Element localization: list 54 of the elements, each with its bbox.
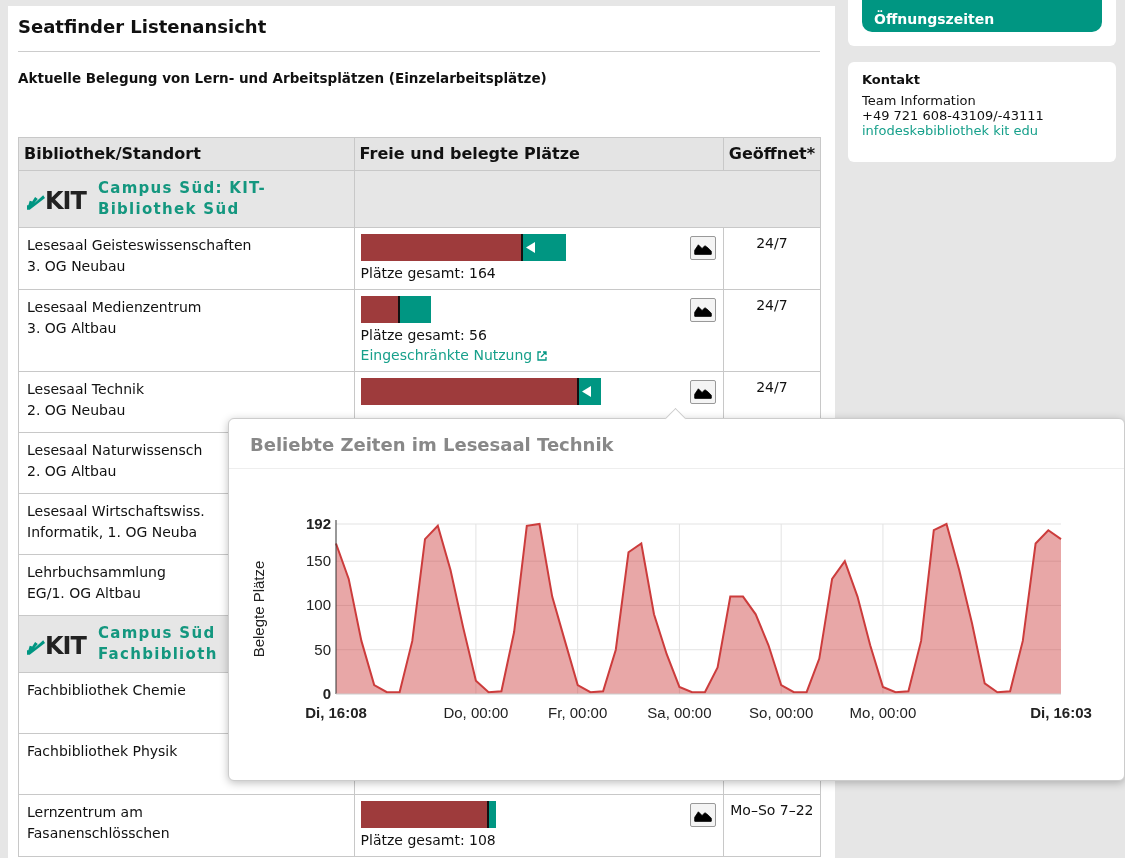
- campus-title: Campus Süd Fachbiblioth: [97, 623, 218, 665]
- x-tick-label: Do, 00:00: [443, 704, 509, 721]
- area-chart-icon: [693, 385, 712, 399]
- y-axis-title: Belegte Plätze: [250, 560, 267, 658]
- y-tick-label: 150: [305, 552, 331, 570]
- area-chart-icon: [693, 808, 712, 822]
- library-location: Lesesaal Medienzentrum 3. OG Altbau: [27, 298, 202, 338]
- opening-hours: Mo–So 7–22: [730, 802, 814, 818]
- popup-title: Beliebte Zeiten im Lesesaal Technik: [229, 419, 1124, 469]
- seat-total: Plätze gesamt: 108: [360, 831, 496, 850]
- kit-logo: KIT: [27, 630, 86, 658]
- restricted-use-link[interactable]: Eingeschränkte Nutzung: [360, 345, 547, 365]
- y-tick-label: 50: [314, 640, 331, 658]
- opening-hours-button[interactable]: Öffnungszeiten: [862, 0, 1102, 32]
- y-tick-label: 192: [305, 515, 331, 532]
- column-header: Geöffnet*: [723, 137, 821, 171]
- y-tick-label: 100: [305, 596, 331, 614]
- opening-hours: 24/7: [756, 235, 788, 251]
- campus-title: Campus Süd: KIT- Bibliothek Süd: [97, 178, 266, 220]
- library-location: Lesesaal Naturwissensch 2. OG Altbau: [27, 441, 203, 481]
- seat-total: Plätze gesamt: 56: [360, 326, 487, 345]
- page-subtitle: Aktuelle Belegung von Lern- und Arbeitsplätzen (Einzelarbeitsplätze): [18, 69, 548, 87]
- area-chart-icon: [693, 241, 712, 255]
- chart-button[interactable]: [689, 380, 716, 404]
- contact-name: Team Information: [862, 93, 977, 108]
- contact-title: Kontakt: [862, 72, 921, 87]
- y-tick-label: 0: [322, 685, 331, 702]
- chart-button[interactable]: [689, 236, 716, 260]
- kit-logo: KIT: [27, 185, 86, 213]
- column-header: Bibliothek/Standort: [18, 137, 355, 171]
- x-tick-label: Mo, 00:00: [849, 704, 917, 721]
- library-location: Lehrbuchsammlung EG/1. OG Altbau: [27, 563, 166, 603]
- contact-phone: +49 721 608-43109/-43111: [862, 108, 1045, 123]
- x-tick-label: Di, 16:08: [305, 704, 367, 721]
- x-tick-label: So, 00:00: [749, 704, 814, 721]
- external-link-icon: [536, 351, 547, 361]
- library-location: Fachbibliothek Physik: [27, 742, 178, 761]
- email-link[interactable]: infodeskəbibliothek kit edu: [862, 123, 1039, 138]
- column-header: Freie und belegte Plätze: [354, 137, 724, 171]
- x-tick-label: Fr, 00:00: [548, 704, 608, 721]
- chart-button[interactable]: [689, 298, 716, 322]
- opening-hours: 24/7: [756, 379, 788, 395]
- seat-total: Plätze gesamt: 164: [360, 264, 496, 283]
- x-tick-label: Sa, 00:00: [647, 704, 712, 721]
- library-location: Fachbibliothek Chemie: [27, 681, 186, 700]
- library-location: Lesesaal Geisteswissenschaften 3. OG Neubau: [27, 236, 252, 276]
- library-location: Lesesaal Wirtschaftswiss. Informatik, 1. OG Neuba: [27, 502, 205, 542]
- chart-button[interactable]: [689, 803, 716, 827]
- opening-hours: 24/7: [756, 297, 788, 313]
- library-location: Lesesaal Technik 2. OG Neubau: [27, 380, 145, 420]
- x-tick-label: Di, 16:03: [1030, 704, 1092, 721]
- page-title: Seatfinder Listenansicht: [18, 16, 268, 38]
- area-chart-icon: [693, 303, 712, 317]
- library-location: Lernzentrum am Fasanenschlösschen: [27, 803, 170, 843]
